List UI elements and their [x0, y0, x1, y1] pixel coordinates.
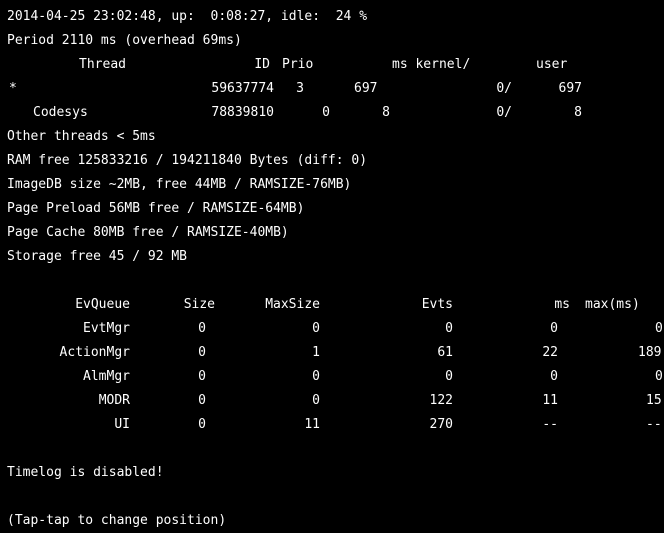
queue-max-ms: -- — [646, 417, 662, 432]
col-header-id: ID — [254, 57, 270, 72]
thread-ms: 8 — [382, 105, 390, 120]
col-header-prio: Prio — [282, 57, 314, 72]
queue-size: 0 — [198, 321, 206, 336]
thread-user: 697 — [558, 81, 582, 96]
queue-max-ms: 0 — [655, 369, 663, 384]
queue-evts: 0 — [445, 321, 453, 336]
ram-line: RAM free 125833216 / 194211840 Bytes (di… — [7, 153, 368, 168]
queue-name: ActionMgr — [59, 345, 130, 360]
thread-id: 59637774 — [211, 81, 274, 96]
thread-kernel: 0/ — [496, 81, 512, 96]
col-header-size: Size — [183, 297, 215, 312]
queue-maxsize: 0 — [312, 393, 320, 408]
queue-ms: 0 — [550, 321, 558, 336]
other-threads-note: Other threads < 5ms — [7, 129, 156, 144]
thread-kernel: 0/ — [496, 105, 512, 120]
queue-ms: -- — [542, 417, 558, 432]
queue-size: 0 — [198, 417, 206, 432]
status-monitor-overlay[interactable]: 2014-04-25 23:02:48, up: 0:08:27, idle: … — [0, 0, 664, 533]
queue-name: MODR — [98, 393, 130, 408]
page-preload-line: Page Preload 56MB free / RAMSIZE-64MB) — [7, 201, 305, 216]
queue-size: 0 — [198, 393, 206, 408]
queue-size: 0 — [198, 369, 206, 384]
queue-maxsize: 1 — [312, 345, 320, 360]
col-header-max-ms: max(ms) — [585, 297, 640, 312]
queue-max-ms: 0 — [655, 321, 663, 336]
thread-user: 8 — [574, 105, 582, 120]
queue-maxsize: 0 — [312, 369, 320, 384]
queue-evts: 0 — [445, 369, 453, 384]
col-header-thread: Thread — [79, 57, 126, 72]
col-header-user: user — [536, 57, 568, 72]
thread-name: Codesys — [33, 105, 88, 120]
thread-name: * — [9, 81, 17, 96]
queue-ms: 0 — [550, 369, 558, 384]
col-header-ms: ms — [554, 297, 570, 312]
queue-size: 0 — [198, 345, 206, 360]
status-line: 2014-04-25 23:02:48, up: 0:08:27, idle: … — [7, 9, 368, 24]
thread-prio: 3 — [296, 81, 304, 96]
thread-ms: 697 — [354, 81, 378, 96]
queue-ms: 11 — [542, 393, 558, 408]
period-line: Period 2110 ms (overhead 69ms) — [7, 33, 242, 48]
timelog-status: Timelog is disabled! — [7, 465, 164, 480]
col-header-evqueue: EvQueue — [75, 297, 130, 312]
queue-name: EvtMgr — [83, 321, 130, 336]
queue-evts: 122 — [429, 393, 453, 408]
imagedb-line: ImageDB size ~2MB, free 44MB / RAMSIZE-7… — [7, 177, 352, 192]
storage-line: Storage free 45 / 92 MB — [7, 249, 188, 264]
queue-maxsize: 0 — [312, 321, 320, 336]
queue-name: AlmMgr — [83, 369, 130, 384]
col-header-ms-kernel: ms kernel/ — [392, 57, 471, 72]
queue-name: UI — [114, 417, 130, 432]
col-header-maxsize: MaxSize — [265, 297, 320, 312]
thread-id: 78839810 — [211, 105, 274, 120]
col-header-evts: Evts — [421, 297, 453, 312]
thread-prio: 0 — [322, 105, 330, 120]
queue-evts: 270 — [429, 417, 453, 432]
queue-maxsize: 11 — [304, 417, 320, 432]
page-cache-line: Page Cache 80MB free / RAMSIZE-40MB) — [7, 225, 289, 240]
queue-ms: 22 — [542, 345, 558, 360]
queue-evts: 61 — [437, 345, 453, 360]
queue-max-ms: 15 — [646, 393, 662, 408]
tap-hint[interactable]: (Tap-tap to change position) — [7, 510, 226, 532]
queue-max-ms: 189 — [638, 345, 662, 360]
